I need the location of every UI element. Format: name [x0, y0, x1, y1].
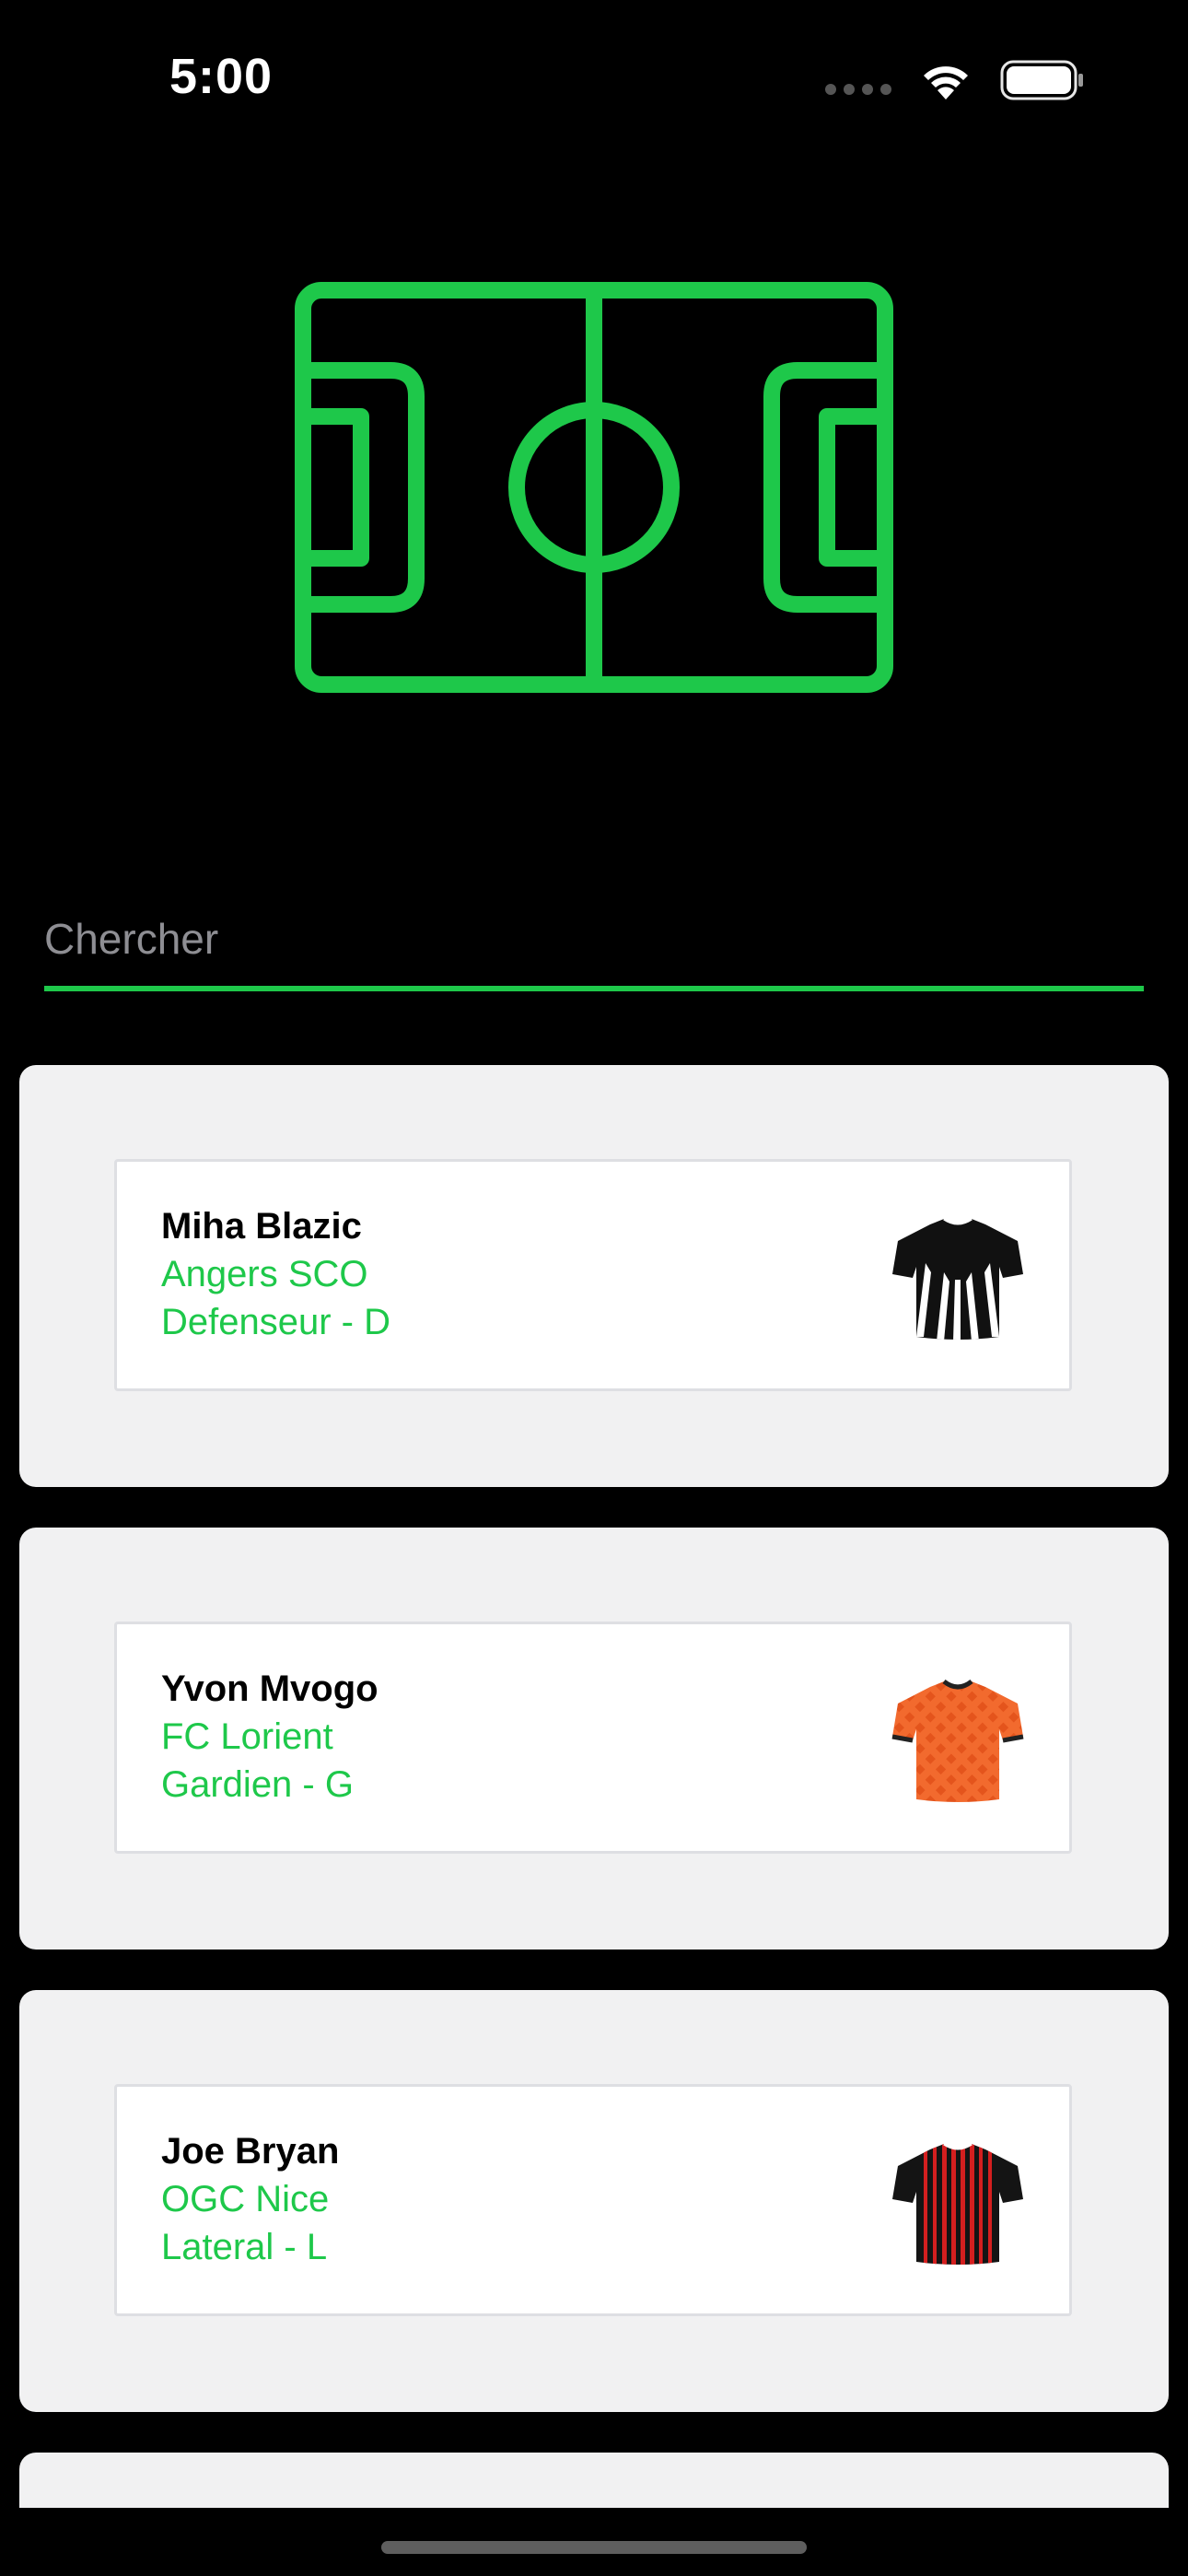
lorient-jersey-icon	[891, 1679, 1024, 1802]
player-name: Yvon Mvogo	[161, 1669, 379, 1709]
cellular-signal-icon	[825, 84, 891, 95]
player-name: Joe Bryan	[161, 2131, 340, 2172]
player-card[interactable]	[19, 2453, 1169, 2508]
angers-jersey-icon	[892, 1217, 1023, 1340]
player-team: OGC Nice	[161, 2179, 330, 2219]
nice-jersey-icon	[892, 2142, 1023, 2265]
home-indicator[interactable]	[381, 2541, 807, 2554]
wifi-icon	[924, 66, 968, 100]
player-team: FC Lorient	[161, 1716, 333, 1757]
player-position: Lateral - L	[161, 2227, 328, 2267]
status-icons	[825, 59, 1085, 101]
player-name: Miha Blazic	[161, 1206, 362, 1247]
player-card-content[interactable]: Yvon Mvogo FC Lorient Gardien - G	[114, 1622, 1072, 1854]
player-list[interactable]: Miha Blazic Angers SCO Defenseur - D Yvo…	[19, 1065, 1169, 2508]
status-time: 5:00	[169, 49, 274, 104]
player-card[interactable]: Joe Bryan OGC Nice Lateral - L	[19, 1990, 1169, 2412]
player-card[interactable]: Yvon Mvogo FC Lorient Gardien - G	[19, 1528, 1169, 1950]
search-input[interactable]	[44, 884, 1144, 986]
battery-icon	[1000, 60, 1083, 100]
player-card-content[interactable]: Miha Blazic Angers SCO Defenseur - D	[114, 1159, 1072, 1391]
player-position: Gardien - G	[161, 1764, 354, 1805]
status-bar: 5:00	[0, 0, 1188, 157]
player-position: Defenseur - D	[161, 1302, 390, 1342]
search-field[interactable]	[44, 884, 1144, 991]
soccer-field-logo-icon	[295, 282, 893, 693]
player-team: Angers SCO	[161, 1254, 368, 1294]
player-card-content[interactable]: Joe Bryan OGC Nice Lateral - L	[114, 2084, 1072, 2316]
player-card[interactable]: Miha Blazic Angers SCO Defenseur - D	[19, 1065, 1169, 1487]
